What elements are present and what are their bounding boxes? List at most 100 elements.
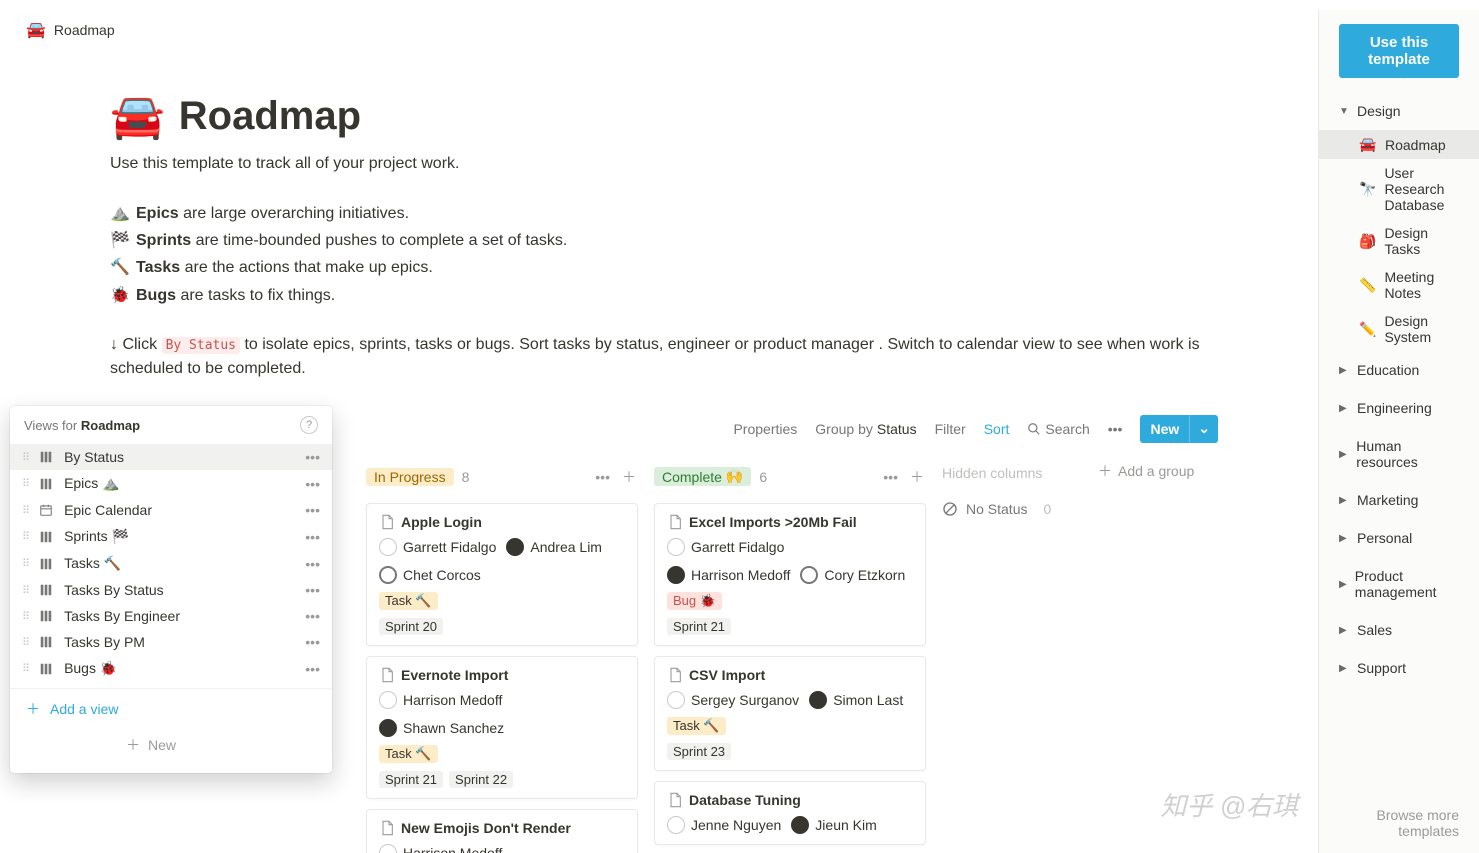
template-item[interactable]: 🚘Roadmap <box>1319 130 1479 159</box>
views-popover: Views for Roadmap ? ⠿ By Status •••⠿ Epi… <box>10 406 332 773</box>
view-option[interactable]: ⠿ Tasks By Status ••• <box>10 577 332 603</box>
template-item[interactable]: 📏Meeting Notes <box>1319 263 1479 307</box>
card-title: New Emojis Don't Render <box>379 820 625 836</box>
legend-row[interactable]: ⛰️Epics are large overarching initiative… <box>110 200 1218 227</box>
avatar-icon <box>800 566 818 584</box>
plus-icon[interactable]: ＋ <box>620 465 638 489</box>
view-option[interactable]: ⠿ Bugs 🐞 ••• <box>10 655 332 682</box>
category-engineering[interactable]: ▶Engineering <box>1319 389 1479 427</box>
add-view-button[interactable]: ＋ Add a view <box>10 688 332 729</box>
category-support[interactable]: ▶Support <box>1319 649 1479 687</box>
drag-handle-icon[interactable]: ⠿ <box>22 662 28 675</box>
column-complete: Complete 🙌 6 ••• ＋ Excel Imports >20Mb F… <box>654 461 926 853</box>
legend-row[interactable]: 🔨Tasks are the actions that make up epic… <box>110 254 1218 281</box>
filter-button[interactable]: Filter <box>935 421 966 437</box>
drag-handle-icon[interactable]: ⠿ <box>22 636 28 649</box>
avatar-icon <box>809 691 827 709</box>
more-icon[interactable]: ••• <box>305 502 320 518</box>
new-button[interactable]: New⌄ <box>1140 415 1218 443</box>
more-icon[interactable]: ••• <box>1108 421 1123 437</box>
card-title: CSV Import <box>667 667 913 683</box>
more-icon[interactable]: ••• <box>305 529 320 545</box>
drag-handle-icon[interactable]: ⠿ <box>22 504 28 517</box>
card[interactable]: Evernote Import Harrison MedoffShawn San… <box>366 656 638 799</box>
sort-button[interactable]: Sort <box>984 421 1010 437</box>
page-icon[interactable]: 🚘 <box>110 90 165 142</box>
view-option[interactable]: ⠿ Sprints 🏁 ••• <box>10 523 332 550</box>
view-option[interactable]: ⠿ Epics ⛰️ ••• <box>10 470 332 497</box>
type-tag: Bug 🐞 <box>667 592 722 610</box>
template-item[interactable]: 🎒Design Tasks <box>1319 219 1479 263</box>
plus-icon[interactable]: ＋ <box>908 465 926 489</box>
more-icon[interactable]: ••• <box>305 608 320 624</box>
no-status-row[interactable]: No Status 0 <box>942 501 1082 517</box>
person: Jieun Kim <box>791 816 876 834</box>
card[interactable]: CSV Import Sergey SurganovSimon Last Tas… <box>654 656 926 771</box>
more-icon[interactable]: ••• <box>305 582 320 598</box>
view-option[interactable]: ⠿ Tasks By PM ••• <box>10 629 332 655</box>
category-sales[interactable]: ▶Sales <box>1319 611 1479 649</box>
template-icon: 🚘 <box>1359 136 1377 153</box>
drag-handle-icon[interactable]: ⠿ <box>22 557 28 570</box>
more-icon[interactable]: ••• <box>305 476 320 492</box>
page-title[interactable]: Roadmap <box>179 94 361 139</box>
category-product-management[interactable]: ▶Product management <box>1319 557 1479 611</box>
breadcrumb[interactable]: 🚘 Roadmap <box>10 10 1318 50</box>
view-option[interactable]: ⠿ Tasks 🔨 ••• <box>10 550 332 577</box>
triangle-right-icon: ▶ <box>1339 579 1347 590</box>
view-label: Tasks 🔨 <box>64 555 295 572</box>
view-label: Tasks By Engineer <box>64 608 295 624</box>
add-group-button[interactable]: ＋ Add a group <box>1098 461 1218 481</box>
category-personal[interactable]: ▶Personal <box>1319 519 1479 557</box>
drag-handle-icon[interactable]: ⠿ <box>22 530 28 543</box>
breadcrumb-title: Roadmap <box>54 22 115 38</box>
legend-row[interactable]: 🐞Bugs are tasks to fix things. <box>110 282 1218 309</box>
category-education[interactable]: ▶Education <box>1319 351 1479 389</box>
help-icon[interactable]: ? <box>300 416 318 434</box>
board-icon <box>38 661 54 677</box>
card[interactable]: New Emojis Don't Render Harrison MedoffS… <box>366 809 638 853</box>
category-design[interactable]: ▼Design <box>1319 92 1479 130</box>
chevron-down-icon[interactable]: ⌄ <box>1189 415 1218 443</box>
person: Garrett Fidalgo <box>379 538 496 556</box>
hidden-columns-label[interactable]: Hidden columns <box>942 461 1082 485</box>
more-icon[interactable]: ••• <box>881 467 900 487</box>
new-page-button[interactable]: ＋ New <box>10 729 332 767</box>
category-human-resources[interactable]: ▶Human resources <box>1319 427 1479 481</box>
view-option[interactable]: ⠿ Epic Calendar ••• <box>10 497 332 523</box>
instructions[interactable]: ↓ Click By Status to isolate epics, spri… <box>110 333 1218 381</box>
page-subtitle[interactable]: Use this template to track all of your p… <box>110 152 1218 176</box>
view-option[interactable]: ⠿ By Status ••• <box>10 444 332 470</box>
drag-handle-icon[interactable]: ⠿ <box>22 451 28 464</box>
drag-handle-icon[interactable]: ⠿ <box>22 610 28 623</box>
card[interactable]: Database Tuning Jenne NguyenJieun Kim <box>654 781 926 845</box>
category-marketing[interactable]: ▶Marketing <box>1319 481 1479 519</box>
legend-row[interactable]: 🏁Sprints are time-bounded pushes to comp… <box>110 227 1218 254</box>
drag-handle-icon[interactable]: ⠿ <box>22 584 28 597</box>
browse-templates-link[interactable]: Browse more templates <box>1319 793 1479 853</box>
properties-button[interactable]: Properties <box>733 421 797 437</box>
card-title: Evernote Import <box>379 667 625 683</box>
person: Andrea Lim <box>506 538 602 556</box>
more-icon[interactable]: ••• <box>593 467 612 487</box>
legend-icon: 🐞 <box>110 282 128 309</box>
card[interactable]: Excel Imports >20Mb Fail Garrett Fidalgo… <box>654 503 926 646</box>
view-label: Epics ⛰️ <box>64 475 295 492</box>
status-pill-in-progress[interactable]: In Progress <box>366 468 454 486</box>
view-option[interactable]: ⠿ Tasks By Engineer ••• <box>10 603 332 629</box>
group-by-button[interactable]: Group by Status <box>815 421 916 437</box>
sprint-tag: Sprint 22 <box>449 771 513 788</box>
more-icon[interactable]: ••• <box>305 634 320 650</box>
drag-handle-icon[interactable]: ⠿ <box>22 477 28 490</box>
template-item[interactable]: 🔭User Research Database <box>1319 159 1479 219</box>
more-icon[interactable]: ••• <box>305 556 320 572</box>
sprint-tag: Sprint 23 <box>667 743 731 760</box>
use-template-button[interactable]: Use this template <box>1339 24 1459 78</box>
status-pill-complete[interactable]: Complete 🙌 <box>654 467 751 486</box>
triangle-right-icon: ▶ <box>1339 625 1349 636</box>
search-button[interactable]: Search <box>1027 421 1089 437</box>
template-item[interactable]: ✏️Design System <box>1319 307 1479 351</box>
more-icon[interactable]: ••• <box>305 661 320 677</box>
card[interactable]: Apple Login Garrett FidalgoAndrea LimChe… <box>366 503 638 646</box>
more-icon[interactable]: ••• <box>305 449 320 465</box>
